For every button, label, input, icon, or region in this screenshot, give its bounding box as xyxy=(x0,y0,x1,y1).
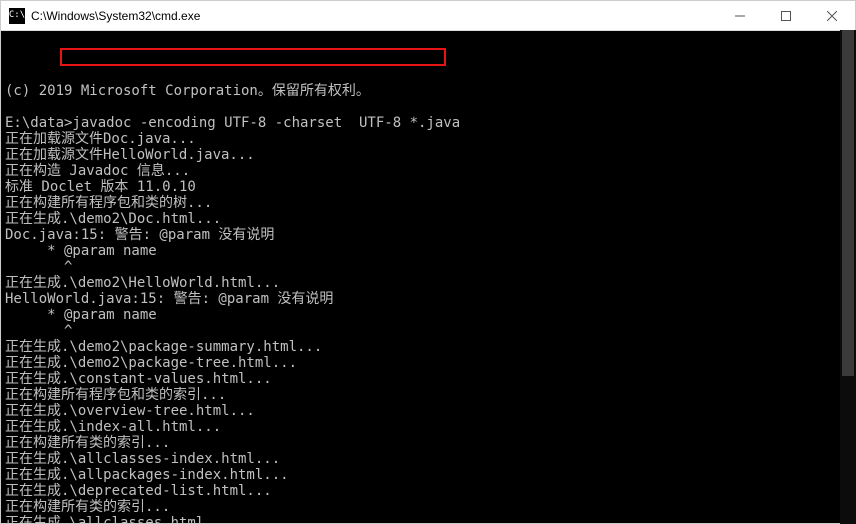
cmd-icon-label: C:\ xyxy=(9,11,25,20)
scrollbar-vertical[interactable] xyxy=(840,30,856,524)
maximize-icon xyxy=(781,11,791,21)
terminal-line: 标准 Doclet 版本 11.0.10 xyxy=(5,179,855,195)
terminal-line: 正在构建所有程序包和类的索引... xyxy=(5,387,855,403)
terminal-line: 正在生成.\demo2\package-summary.html... xyxy=(5,339,855,355)
terminal-line: * @param name xyxy=(5,307,855,323)
terminal-line: ^ xyxy=(5,259,855,275)
terminal-line: Doc.java:15: 警告: @param 没有说明 xyxy=(5,227,855,243)
terminal-line xyxy=(5,99,855,115)
terminal-line: 正在生成.\demo2\package-tree.html... xyxy=(5,355,855,371)
terminal-line: 正在生成.\deprecated-list.html... xyxy=(5,483,855,499)
terminal-output[interactable]: (c) 2019 Microsoft Corporation。保留所有权利。 E… xyxy=(1,31,855,523)
terminal-line: 正在生成.\allpackages-index.html... xyxy=(5,467,855,483)
terminal-line: 正在构建所有类的索引... xyxy=(5,499,855,515)
minimize-icon xyxy=(735,11,745,21)
terminal-line: 正在生成.\allclasses-index.html... xyxy=(5,451,855,467)
terminal-line: ^ xyxy=(5,323,855,339)
command-highlight-box xyxy=(60,48,446,66)
window-controls xyxy=(717,1,855,31)
cmd-icon: C:\ xyxy=(9,8,25,24)
terminal-line: 正在生成.\index-all.html... xyxy=(5,419,855,435)
minimize-button[interactable] xyxy=(717,1,763,31)
terminal-line: 正在加载源文件Doc.java... xyxy=(5,131,855,147)
terminal-line: 正在构造 Javadoc 信息... xyxy=(5,163,855,179)
cmd-window: C:\ C:\Windows\System32\cmd.exe (c) 2019… xyxy=(0,0,856,524)
terminal-line: HelloWorld.java:15: 警告: @param 没有说明 xyxy=(5,291,855,307)
close-icon xyxy=(827,11,837,21)
terminal-line: 正在加载源文件HelloWorld.java... xyxy=(5,147,855,163)
terminal-line: 正在生成.\demo2\HelloWorld.html... xyxy=(5,275,855,291)
terminal-line: 正在构建所有类的索引... xyxy=(5,435,855,451)
terminal-line: E:\data>javadoc -encoding UTF-8 -charset… xyxy=(5,115,855,131)
terminal-line: 正在生成.\demo2\Doc.html... xyxy=(5,211,855,227)
terminal-line: (c) 2019 Microsoft Corporation。保留所有权利。 xyxy=(5,83,855,99)
close-button[interactable] xyxy=(809,1,855,31)
terminal-line: 正在构建所有程序包和类的树... xyxy=(5,195,855,211)
maximize-button[interactable] xyxy=(763,1,809,31)
terminal-line: 正在生成.\overview-tree.html... xyxy=(5,403,855,419)
terminal-line: 正在生成.\allclasses.html... xyxy=(5,515,855,523)
titlebar[interactable]: C:\ C:\Windows\System32\cmd.exe xyxy=(1,1,855,31)
terminal-line: * @param name xyxy=(5,243,855,259)
terminal-line: 正在生成.\constant-values.html... xyxy=(5,371,855,387)
scrollbar-thumb[interactable] xyxy=(842,30,854,376)
window-title: C:\Windows\System32\cmd.exe xyxy=(31,9,717,23)
